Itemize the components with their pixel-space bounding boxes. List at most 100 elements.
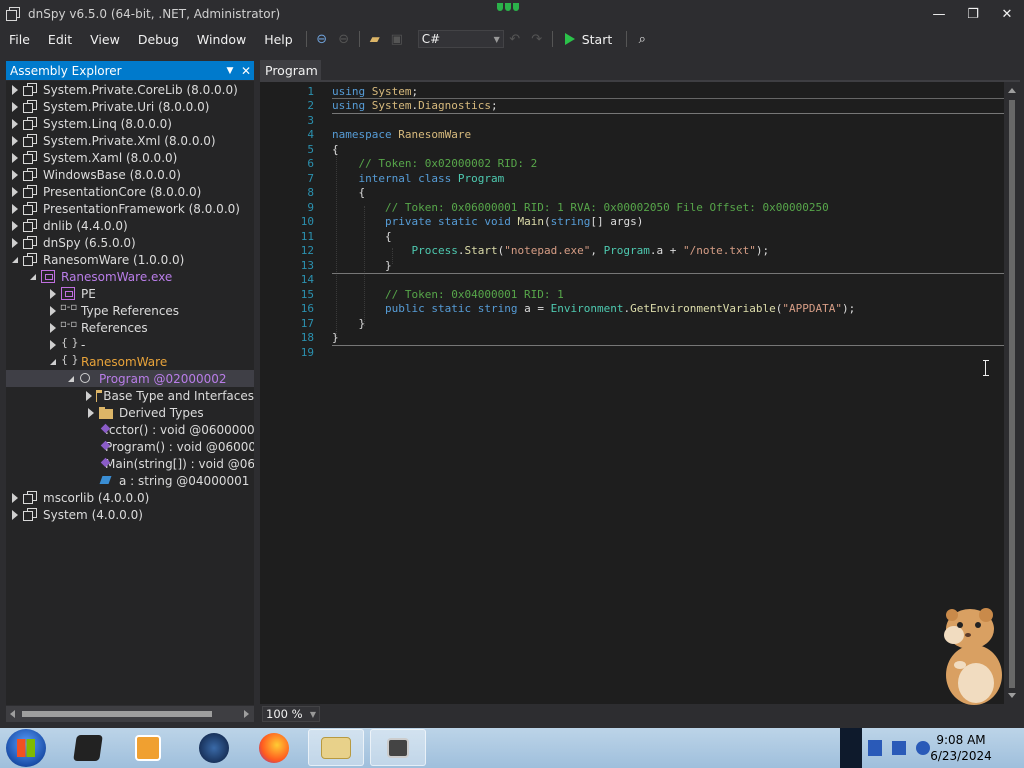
code-line[interactable]: 6 // Token: 0x02000002 RID: 2 [278,157,998,172]
undo-icon[interactable]: ↶ [506,30,524,48]
close-icon[interactable]: ✕ [238,64,254,78]
tree-item[interactable]: RanesomWare (1.0.0.0) [6,251,254,268]
expand-icon[interactable] [10,220,19,231]
taskbar-app-explorer[interactable] [308,729,364,766]
tab-program[interactable]: Program [260,60,321,81]
code-editor[interactable]: 1 using System; 2 using System.Diagnostics;… [278,82,1004,704]
expand-icon[interactable] [10,186,19,197]
code-line[interactable]: 4 namespace RanesomWare [278,128,998,143]
tree-item[interactable]: Base Type and Interfaces [6,387,254,404]
tree-item[interactable]: System (4.0.0.0) [6,506,254,523]
scrollbar-thumb[interactable] [22,711,212,717]
tree-item[interactable]: WindowsBase (8.0.0.0) [6,166,254,183]
start-debug-button[interactable]: Start [564,32,612,47]
minimize-button[interactable]: — [922,0,956,28]
maximize-button[interactable]: ❐ [956,0,990,28]
collapse-icon[interactable] [10,255,19,264]
expand-icon[interactable] [10,135,19,146]
tree-item[interactable]: System.Linq (8.0.0.0) [6,115,254,132]
tree-item-selected[interactable]: Program @02000002 [6,370,254,387]
expand-icon[interactable] [10,152,19,163]
scroll-up-icon[interactable] [1008,88,1016,93]
tree-item[interactable]: PE [6,285,254,302]
code-line[interactable]: 9 // Token: 0x06000001 RID: 1 RVA: 0x000… [278,200,998,215]
menu-debug[interactable]: Debug [129,32,188,47]
scroll-down-icon[interactable] [1008,693,1016,698]
menu-view[interactable]: View [81,32,129,47]
expand-icon[interactable] [10,169,19,180]
code-line[interactable]: 8 { [278,186,998,201]
code-line[interactable]: 17 } [278,316,998,331]
code-line[interactable]: 13 } [278,258,998,273]
show-hidden-icons-button[interactable] [840,728,862,768]
tree-item[interactable]: System.Private.Uri (8.0.0.0) [6,98,254,115]
open-list-icon[interactable]: ▣ [388,30,406,48]
tree-item[interactable]: System.Private.Xml (8.0.0.0) [6,132,254,149]
taskbar-app-media[interactable] [120,729,176,766]
menu-window[interactable]: Window [188,32,255,47]
redo-icon[interactable]: ↷ [528,30,546,48]
collapse-icon[interactable] [66,374,75,383]
tree-item[interactable]: PresentationCore (8.0.0.0) [6,183,254,200]
collapse-icon[interactable] [48,357,57,366]
tree-item[interactable]: mscorlib (4.0.0.0) [6,489,254,506]
code-line[interactable]: 2 using System.Diagnostics; [278,99,998,114]
tree-item[interactable]: Main(string[]) : void @060 [6,455,254,472]
tree-item[interactable]: RanesomWare.exe [6,268,254,285]
tree-item[interactable]: Type References [6,302,254,319]
code-line[interactable]: 12 Process.Start("notepad.exe", Program.… [278,244,998,259]
tray-network-icon[interactable] [868,740,882,756]
navigate-forward-icon[interactable]: ⊖ [335,30,353,48]
code-line[interactable]: 16 public static string a = Environment.… [278,302,998,317]
code-line[interactable]: 18} [278,331,998,346]
code-line[interactable]: 19 [278,345,998,360]
taskbar-app-dnspy[interactable] [370,729,426,766]
expand-icon[interactable] [10,237,19,248]
collapse-icon[interactable] [28,272,37,281]
tree-item[interactable]: System.Private.CoreLib (8.0.0.0) [6,81,254,98]
tree-item[interactable]: System.Xaml (8.0.0.0) [6,149,254,166]
code-line[interactable]: 3 [278,113,998,128]
expand-icon[interactable] [10,509,19,520]
expand-icon[interactable] [10,118,19,129]
expand-icon[interactable] [48,288,57,299]
windows-start-button[interactable] [6,729,46,767]
code-line[interactable]: 15 // Token: 0x04000001 RID: 1 [278,287,998,302]
expand-icon[interactable] [10,203,19,214]
expand-icon[interactable] [48,305,57,316]
tree-item[interactable]: .cctor() : void @06000003 [6,421,254,438]
menu-edit[interactable]: Edit [39,32,81,47]
zoom-select[interactable]: 100 % ▼ [262,706,320,722]
code-line[interactable]: 14 [278,273,998,288]
expand-icon[interactable] [48,339,57,350]
expand-icon[interactable] [10,101,19,112]
code-line[interactable]: 5{ [278,142,998,157]
tree-item[interactable]: dnSpy (6.5.0.0) [6,234,254,251]
tree-item[interactable]: References [6,319,254,336]
system-clock[interactable]: 9:08 AM 6/23/2024 [916,732,1006,764]
tree-item[interactable]: RanesomWare [6,353,254,370]
code-line[interactable]: 10 private static void Main(string[] arg… [278,215,998,230]
close-button[interactable]: ✕ [990,0,1024,28]
expand-icon[interactable] [10,84,19,95]
tree-item[interactable]: Derived Types [6,404,254,421]
expand-icon[interactable] [10,492,19,503]
search-icon[interactable]: ⌕ [633,30,651,48]
code-line[interactable]: 1 using System; [278,84,998,99]
code-line[interactable]: 7 internal class Program [278,171,998,186]
tree-item[interactable]: a : string @04000001 [6,472,254,489]
tree-item[interactable]: dnlib (4.4.0.0) [6,217,254,234]
menu-file[interactable]: File [0,32,39,47]
editor-scrollbar[interactable] [1004,82,1020,704]
tree-item[interactable]: Program() : void @0600000 [6,438,254,455]
scroll-right-icon[interactable] [244,710,249,718]
code-line[interactable]: 11 { [278,229,998,244]
language-select[interactable]: C# ▼ [417,30,504,48]
taskbar-app-globe[interactable] [186,729,242,766]
menu-help[interactable]: Help [255,32,302,47]
scroll-left-icon[interactable] [10,710,15,718]
expand-icon[interactable] [86,390,92,401]
scrollbar-thumb[interactable] [1009,100,1015,688]
navigate-back-icon[interactable]: ⊖ [313,30,331,48]
tree-item[interactable]: PresentationFramework (8.0.0.0) [6,200,254,217]
